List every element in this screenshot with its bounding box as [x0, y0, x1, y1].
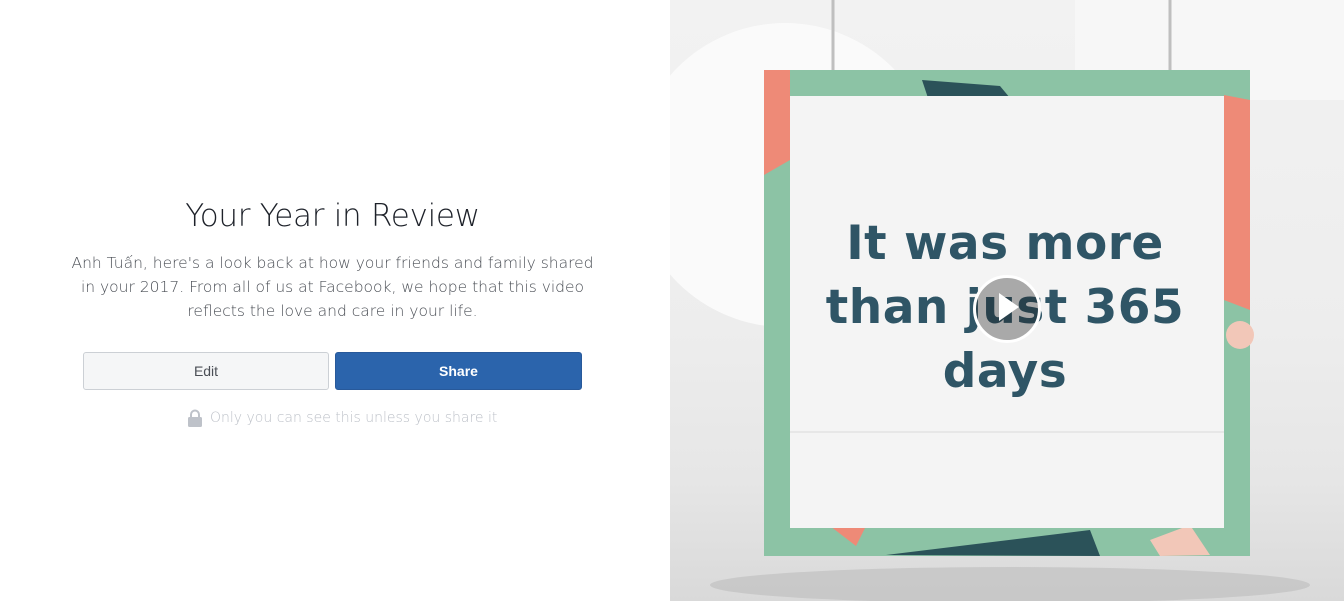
year-review-panel: Your Year in Review Anh Tuấn, here's a l…: [0, 0, 670, 601]
page-title: Your Year in Review: [185, 198, 480, 234]
video-player[interactable]: It was more than just 365 days: [670, 0, 1344, 601]
lock-icon: [187, 409, 203, 427]
play-button[interactable]: [973, 275, 1041, 343]
edit-button[interactable]: Edit: [83, 352, 329, 390]
share-button[interactable]: Share: [335, 352, 582, 390]
privacy-text: Only you can see this unless you share i…: [210, 410, 498, 426]
play-icon: [992, 290, 1022, 329]
privacy-note: Only you can see this unless you share i…: [187, 408, 497, 428]
review-description: Anh Tuấn, here's a look back at how your…: [71, 254, 594, 320]
